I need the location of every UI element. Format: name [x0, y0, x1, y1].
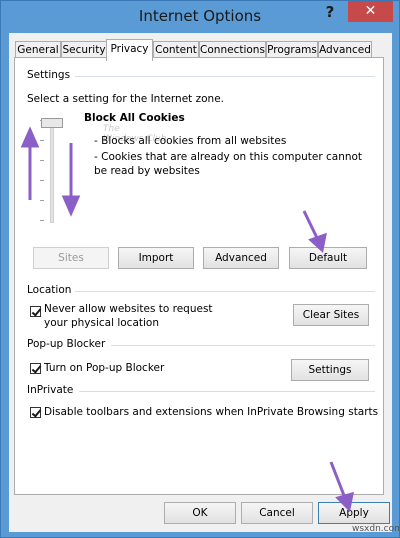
down-arrow-head-icon	[61, 195, 81, 217]
up-arrow-head-icon	[20, 126, 40, 148]
tab-privacy[interactable]: Privacy	[106, 39, 153, 61]
default-pointer-arrow-head-icon	[308, 232, 327, 253]
annotation-arrows	[20, 126, 354, 513]
apply-pointer-arrow-head-icon	[335, 491, 354, 513]
apply-pointer-arrow-icon	[329, 461, 347, 499]
default-pointer-arrow-icon	[302, 210, 320, 241]
